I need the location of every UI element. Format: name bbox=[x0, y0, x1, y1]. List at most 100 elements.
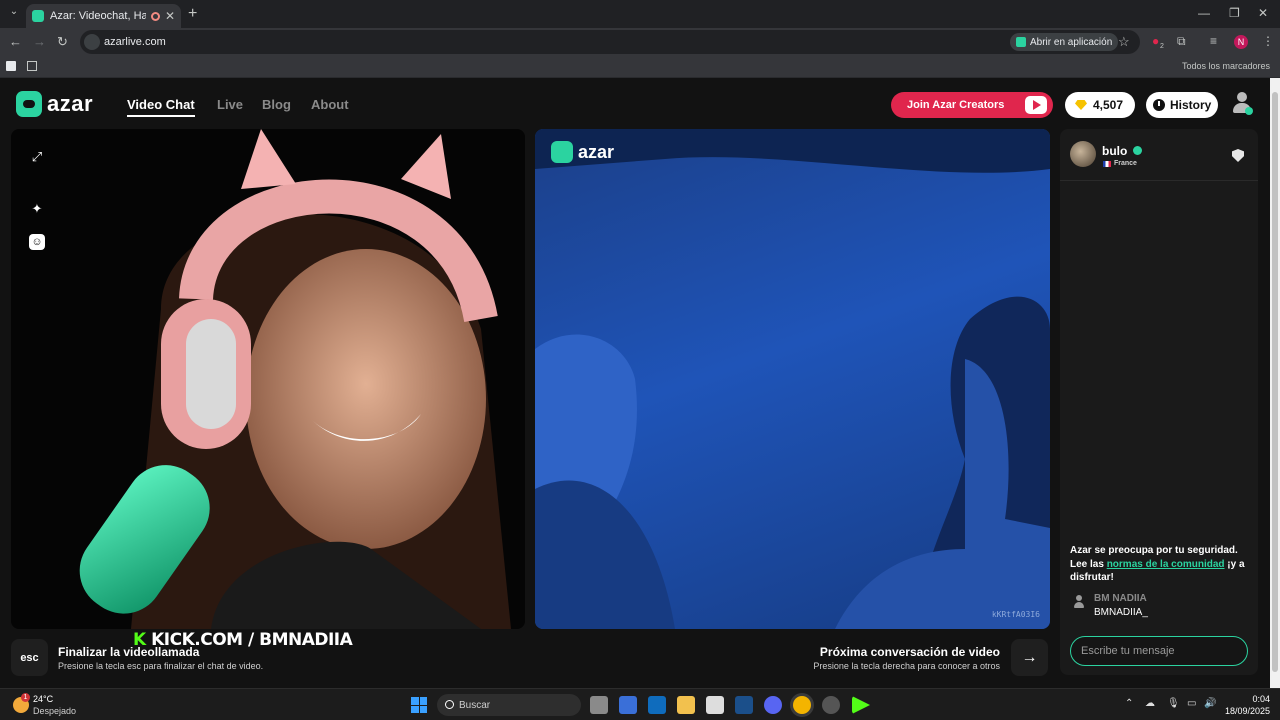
self-video-frame bbox=[79, 129, 511, 629]
verified-badge-icon bbox=[1133, 146, 1142, 155]
minimize-icon[interactable]: — bbox=[1198, 6, 1210, 20]
close-window-icon[interactable]: ✕ bbox=[1258, 6, 1268, 20]
discord-icon[interactable] bbox=[764, 696, 782, 714]
tray-overflow-icon[interactable]: ⌃ bbox=[1125, 698, 1133, 709]
peer-avatar[interactable] bbox=[1070, 141, 1096, 167]
user-profile-icon[interactable] bbox=[1232, 92, 1253, 116]
play-icon bbox=[1025, 96, 1047, 114]
nav-video-chat[interactable]: Video Chat bbox=[127, 97, 195, 112]
join-creators-button[interactable]: Join Azar Creators bbox=[891, 92, 1053, 118]
end-call-esc-button[interactable]: esc bbox=[11, 639, 48, 676]
forward-icon[interactable]: → bbox=[33, 34, 46, 49]
site-info-icon[interactable] bbox=[84, 34, 100, 50]
extension-badge: 2 bbox=[1160, 43, 1164, 50]
profile-avatar[interactable]: N bbox=[1234, 35, 1248, 49]
taskbar-date[interactable]: 18/09/2025 bbox=[1222, 706, 1270, 716]
community-guidelines-link[interactable]: normas de la comunidad bbox=[1107, 559, 1225, 570]
apps-grid-icon[interactable] bbox=[27, 61, 37, 71]
nav-live[interactable]: Live bbox=[217, 97, 243, 112]
extension-icon[interactable]: ● bbox=[1152, 34, 1159, 48]
expand-icon[interactable]: ⤢ bbox=[29, 149, 45, 165]
chrome-icon[interactable] bbox=[793, 696, 811, 714]
azar-favicon-icon bbox=[32, 10, 44, 22]
chat-message-input[interactable] bbox=[1070, 636, 1248, 666]
gems-count: 4,507 bbox=[1093, 98, 1124, 112]
azar-logo[interactable]: azar bbox=[16, 91, 93, 117]
self-video: ⤢ ✦ ☺ bbox=[11, 129, 525, 629]
all-bookmarks-link[interactable]: Todos los marcadores bbox=[1182, 61, 1270, 71]
face-mask-icon[interactable]: ☺ bbox=[29, 234, 45, 250]
peer-video-frame bbox=[535, 129, 1050, 629]
volume-icon[interactable]: 🔊 bbox=[1204, 698, 1216, 709]
browser-tab-azar[interactable]: Azar: Videochat, Haz nuevo ✕ bbox=[26, 4, 181, 28]
store-icon[interactable] bbox=[619, 696, 637, 714]
recording-icon bbox=[150, 11, 160, 21]
browser-tab-strip: ⌄ Azar: Videochat, Haz nuevo ✕ + — ❐ ✕ bbox=[0, 0, 1280, 28]
peer-video-azar-logo: azar bbox=[551, 141, 614, 163]
history-label: History bbox=[1170, 98, 1212, 112]
address-bar[interactable]: azarlive.com Abrir en aplicación ☆ bbox=[80, 30, 1140, 54]
file-explorer-icon[interactable] bbox=[677, 696, 695, 714]
logo-text: azar bbox=[47, 91, 94, 116]
app-window-icon[interactable] bbox=[706, 696, 724, 714]
azar-logo-icon bbox=[16, 91, 42, 117]
microphone-icon[interactable]: 🎙 bbox=[1167, 698, 1180, 709]
peer-video: azar kKRtfA03I6 bbox=[535, 129, 1050, 629]
session-watermark: kKRtfA03I6 bbox=[991, 610, 1040, 619]
obs-icon[interactable] bbox=[822, 696, 840, 714]
peer-video-logo-text: azar bbox=[578, 141, 615, 162]
scrollbar-thumb[interactable] bbox=[1272, 92, 1278, 672]
steam-icon[interactable] bbox=[735, 696, 753, 714]
history-button[interactable]: History bbox=[1146, 92, 1218, 118]
menu-kebab-icon[interactable]: ⋮ bbox=[1262, 34, 1274, 48]
peer-country: France bbox=[1114, 160, 1137, 167]
onedrive-cloud-icon[interactable]: ☁ bbox=[1145, 698, 1155, 709]
join-creators-label: Join Azar Creators bbox=[907, 99, 1005, 111]
taskbar-time[interactable]: 0:04 bbox=[1230, 694, 1270, 704]
temperature: 24°C bbox=[33, 694, 54, 704]
next-chat-arrow-button[interactable]: → bbox=[1011, 639, 1048, 676]
maximize-icon[interactable]: ❐ bbox=[1229, 6, 1240, 20]
chat-header: bulo France bbox=[1060, 129, 1258, 181]
message-author-icon bbox=[1074, 595, 1084, 609]
taskbar-search[interactable]: Buscar bbox=[437, 694, 581, 716]
chat-panel: bulo France Azar se preocupa por tu segu… bbox=[1060, 129, 1258, 675]
stream-overlay-tag: K KICK.COM / BMNADIIA bbox=[133, 630, 353, 650]
kick-app-icon[interactable] bbox=[852, 696, 870, 714]
extensions-puzzle-icon[interactable]: ⧉ bbox=[1177, 34, 1186, 49]
history-clock-icon bbox=[1153, 99, 1165, 111]
effects-sparkle-icon[interactable]: ✦ bbox=[29, 201, 45, 217]
report-shield-icon[interactable] bbox=[1232, 149, 1244, 162]
tab-search-icon[interactable]: ⌄ bbox=[7, 6, 21, 20]
nav-blog[interactable]: Blog bbox=[262, 97, 291, 112]
azar-watermark-icon bbox=[551, 141, 573, 163]
peer-name: bulo bbox=[1102, 144, 1128, 158]
close-tab-icon[interactable]: ✕ bbox=[165, 9, 175, 23]
end-call-subtitle: Presione la tecla esc para finalizar el … bbox=[58, 661, 264, 671]
weather-badge: 1 bbox=[21, 693, 30, 702]
gems-balance-button[interactable]: 4,507 bbox=[1065, 92, 1135, 118]
reload-icon[interactable]: ↻ bbox=[57, 34, 68, 50]
next-chat-title: Próxima conversación de video bbox=[819, 645, 1000, 659]
next-chat-subtitle: Presione la tecla derecha para conocer a… bbox=[813, 661, 1000, 671]
url-text: azarlive.com bbox=[104, 36, 166, 48]
azar-page: azar Video Chat Live Blog About Join Aza… bbox=[0, 78, 1270, 688]
task-view-icon[interactable] bbox=[590, 696, 608, 714]
france-flag-icon bbox=[1103, 161, 1111, 167]
bookmark-app-icon[interactable] bbox=[6, 61, 16, 71]
open-in-app-button[interactable]: Abrir en aplicación bbox=[1010, 33, 1119, 51]
windows-taskbar: 1 24°C Despejado Buscar ⌃ ☁ 🎙 ▭ 🔊 0:04 1… bbox=[0, 688, 1280, 720]
bookmark-star-icon[interactable]: ☆ bbox=[1118, 34, 1130, 50]
back-icon[interactable]: ← bbox=[9, 34, 22, 49]
page-scrollbar[interactable] bbox=[1270, 78, 1280, 688]
message-text: BMNADIIA_ bbox=[1094, 607, 1148, 618]
weather-condition: Despejado bbox=[33, 706, 77, 716]
browser-toolbar: ← → ↻ azarlive.com Abrir en aplicación ☆… bbox=[0, 28, 1280, 56]
start-windows-icon[interactable] bbox=[411, 697, 427, 713]
app-icon bbox=[1016, 37, 1026, 47]
media-control-icon[interactable]: ≡ bbox=[1210, 34, 1217, 48]
outlook-icon[interactable] bbox=[648, 696, 666, 714]
network-icon[interactable]: ▭ bbox=[1187, 698, 1196, 709]
new-tab-icon[interactable]: + bbox=[188, 5, 197, 23]
nav-about[interactable]: About bbox=[311, 97, 349, 112]
